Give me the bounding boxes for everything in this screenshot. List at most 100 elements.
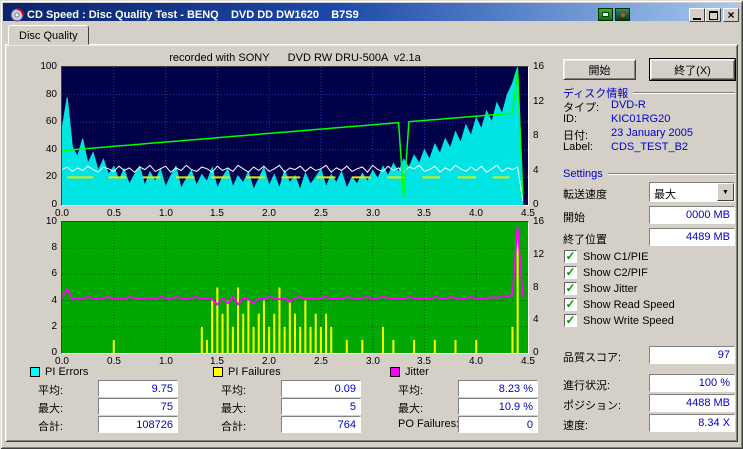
jitter-legend-label: Jitter	[405, 366, 429, 378]
checkbox-icon: ✓	[564, 250, 577, 263]
divider	[633, 92, 735, 94]
axis-tick-label: 8	[533, 130, 539, 141]
checkbox-show-write-speed[interactable]: ✓ Show Write Speed	[564, 314, 674, 327]
axis-tick-label: 1.5	[202, 208, 232, 219]
axis-tick-label: 1.0	[151, 356, 181, 367]
pi-failures-avg-value: 0.09	[281, 380, 361, 397]
chevron-down-icon[interactable]: ▼	[717, 183, 734, 201]
disc-label-label: Label:	[563, 141, 593, 153]
axis-tick-label: 8	[533, 282, 539, 293]
axis-tick-label: 40	[46, 144, 57, 155]
pi-errors-legend: PI Errors	[30, 366, 88, 378]
checkbox-label: Show Jitter	[583, 283, 637, 295]
axis-tick-label: 60	[46, 116, 57, 127]
maximize-icon	[709, 11, 718, 20]
pi-errors-max-label: 最大:	[38, 400, 63, 416]
pi-errors-avg-label: 平均:	[38, 382, 63, 398]
pi-errors-plot	[62, 67, 528, 205]
axis-tick-label: 6	[51, 268, 57, 279]
axis-tick-label: 10	[46, 216, 57, 227]
axis-tick-label: 4	[533, 314, 539, 325]
minimize-icon	[693, 18, 701, 20]
jitter-legend: Jitter	[390, 366, 429, 378]
pi-errors-left-axis: 100806040200	[28, 67, 57, 205]
transfer-speed-value: 最大	[650, 183, 717, 201]
maximize-button[interactable]	[705, 8, 721, 22]
axis-tick-label: 80	[46, 89, 57, 100]
axis-tick-label: 2	[51, 321, 57, 332]
quality-score-label: 品質スコア:	[563, 349, 621, 365]
disc-id-value: KIC01RG20	[611, 113, 670, 125]
check-icon: ✓	[565, 314, 576, 326]
titlebar-dark-green-icon[interactable]	[615, 8, 630, 21]
pi-errors-right-axis: 1612840	[533, 67, 557, 205]
progress-value: 100 %	[649, 374, 735, 392]
po-failures-value: 0	[458, 416, 538, 433]
checkbox-icon: ✓	[564, 298, 577, 311]
titlebar-green-icon[interactable]	[598, 8, 613, 21]
axis-tick-label: 4.5	[513, 356, 543, 367]
settings-section-header: Settings	[563, 168, 735, 180]
end-position-field[interactable]: 4489 MB	[649, 228, 735, 246]
divider	[608, 173, 735, 175]
disc-id-label: ID:	[563, 113, 577, 125]
tab-disc-quality[interactable]: Disc Quality	[8, 25, 89, 45]
transfer-speed-select[interactable]: 最大 ▼	[649, 182, 735, 202]
start-button[interactable]: 開始	[563, 59, 636, 80]
pi-failures-avg-label: 平均:	[221, 382, 246, 398]
checkbox-label: Show C2/PIF	[583, 267, 648, 279]
jitter-max-value: 10.9 %	[458, 398, 538, 415]
axis-tick-label: 16	[533, 216, 544, 227]
checkbox-icon: ✓	[564, 282, 577, 295]
axis-tick-label: 2.0	[254, 208, 284, 219]
pi-failures-max-value: 5	[281, 398, 361, 415]
pi-errors-avg-value: 9.75	[98, 380, 178, 397]
checkbox-label: Show Write Speed	[583, 315, 674, 327]
pi-errors-total-label: 合計:	[38, 418, 63, 434]
checkbox-icon: ✓	[564, 266, 577, 279]
jitter-max-label: 最大:	[398, 400, 423, 416]
close-button[interactable]: ×	[723, 8, 739, 22]
axis-tick-label: 16	[533, 61, 544, 72]
axis-tick-label: 0.5	[99, 356, 129, 367]
tab-label: Disc Quality	[19, 30, 78, 42]
axis-tick-label: 3.0	[358, 356, 388, 367]
jitter-left-axis: 1086420	[28, 222, 57, 353]
check-icon: ✓	[565, 298, 576, 310]
quality-score-value: 97	[649, 346, 735, 364]
checkbox-show-c2-pif[interactable]: ✓ Show C2/PIF	[564, 266, 648, 279]
checkbox-show-c1-pie[interactable]: ✓ Show C1/PIE	[564, 250, 648, 263]
pi-failures-legend: PI Failures	[213, 366, 281, 378]
app-icon	[10, 8, 24, 22]
checkbox-label: Show C1/PIE	[583, 251, 648, 263]
disc-label-value: CDS_TEST_B2	[611, 141, 688, 153]
pi-errors-total-value: 108726	[98, 416, 178, 433]
checkbox-show-read-speed[interactable]: ✓ Show Read Speed	[564, 298, 675, 311]
axis-tick-label: 3.0	[358, 208, 388, 219]
pi-errors-max-value: 75	[98, 398, 178, 415]
checkbox-icon: ✓	[564, 314, 577, 327]
settings-header-label: Settings	[563, 168, 603, 180]
progress-label: 進行状況:	[563, 377, 610, 393]
close-icon: ×	[727, 10, 734, 20]
titlebar[interactable]: CD Speed : Disc Quality Test - BENQ DVD …	[3, 3, 740, 21]
checkbox-show-jitter[interactable]: ✓ Show Jitter	[564, 282, 637, 295]
window-title: CD Speed : Disc Quality Test - BENQ DVD …	[27, 9, 359, 21]
jitter-plot	[62, 222, 528, 353]
axis-tick-label: 2.5	[306, 208, 336, 219]
axis-tick-label: 4	[533, 165, 539, 176]
jitter-right-axis: 1612840	[533, 222, 557, 353]
exit-button[interactable]: 終了(X)	[650, 59, 735, 80]
start-position-field[interactable]: 0000 MB	[649, 206, 735, 224]
axis-tick-label: 20	[46, 171, 57, 182]
axis-tick-label: 12	[533, 249, 544, 260]
axis-tick-label: 4.0	[461, 356, 491, 367]
pi-errors-legend-label: PI Errors	[45, 366, 88, 378]
minimize-button[interactable]	[689, 8, 705, 22]
jitter-x-axis: 0.00.51.01.52.02.53.03.54.04.5	[62, 356, 528, 368]
position-label: ポジション:	[563, 397, 621, 413]
transfer-speed-label: 転送速度	[563, 186, 607, 202]
axis-tick-label: 100	[40, 61, 57, 72]
pi-errors-x-axis: 0.00.51.01.52.02.53.03.54.04.5	[62, 208, 528, 220]
jitter-avg-label: 平均:	[398, 382, 423, 398]
